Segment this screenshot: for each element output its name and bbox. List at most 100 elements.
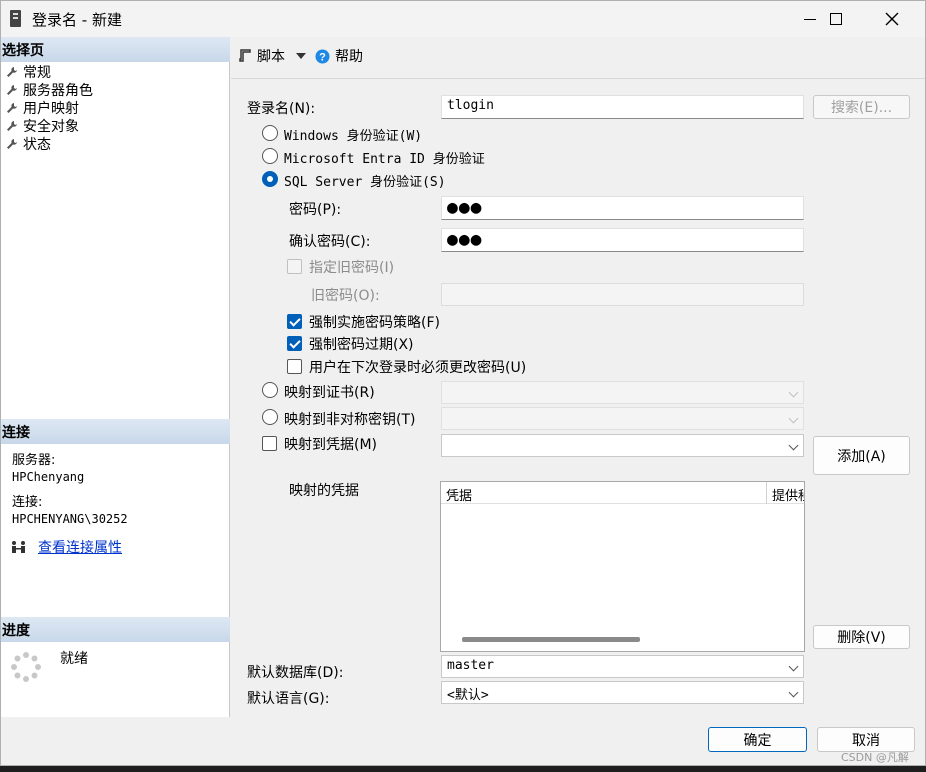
default-database-select[interactable]: master [441, 655, 804, 678]
grid-column-provider[interactable]: 提供程 [772, 485, 804, 504]
window-title: 登录名 - 新建 [32, 11, 122, 29]
wrench-icon [7, 85, 17, 95]
remove-credential-button[interactable]: 删除(V) [813, 625, 910, 649]
mapped-credentials-label: 映射的凭据 [289, 483, 359, 499]
map-credential-checkbox[interactable] [262, 436, 277, 451]
confirm-password-label: 确认密码(C): [289, 234, 371, 250]
close-button[interactable] [869, 1, 915, 37]
credential-select[interactable] [441, 434, 804, 457]
default-language-select[interactable]: <默认> [441, 681, 804, 704]
script-label: 脚本 [257, 49, 285, 65]
page-item-label: 用户映射 [23, 101, 79, 117]
page-item-user-mapping[interactable]: 用户映射 [6, 99, 79, 117]
page-item-server-roles[interactable]: 服务器角色 [6, 81, 93, 99]
right-pane: 脚本 ? 帮助 登录名(N): tlogin 搜索(E)... Windows … [231, 37, 925, 765]
taskbar-strip [20, 766, 926, 772]
map-credential-label: 映射到凭据(M) [284, 437, 378, 453]
default-database-value: master [447, 658, 494, 673]
wrench-icon [7, 67, 17, 77]
default-language-label: 默认语言(G): [247, 691, 330, 707]
wrench-icon [7, 139, 17, 149]
must-change-checkbox[interactable] [287, 359, 302, 374]
maximize-button[interactable] [813, 1, 859, 37]
horizontal-scrollbar[interactable] [462, 637, 640, 642]
page-item-label: 安全对象 [23, 119, 79, 135]
server-label: 服务器: [12, 453, 56, 468]
auth-entra-label: Microsoft Entra ID 身份验证 [284, 152, 485, 167]
chevron-down-icon [788, 440, 799, 451]
view-connection-properties[interactable]: 查看连接属性 [10, 537, 122, 557]
auth-windows-label: Windows 身份验证(W) [284, 129, 423, 144]
script-icon [239, 49, 251, 62]
login-name-label: 登录名(N): [247, 101, 316, 117]
chevron-down-icon [788, 661, 799, 672]
help-label: 帮助 [335, 49, 363, 65]
specify-old-password-checkbox[interactable] [287, 259, 302, 274]
progress-header: 进度 [1, 617, 230, 642]
auth-windows-radio[interactable] [262, 125, 278, 141]
login-new-dialog: 登录名 - 新建 选择页 常规 服务器角色 用户映射 安全对象 状态 连接 服务… [0, 0, 926, 766]
auth-sql-label: SQL Server 身份验证(S) [284, 175, 446, 190]
confirm-password-input[interactable]: ●●● [441, 228, 804, 252]
chevron-down-icon [788, 687, 799, 698]
grid-column-divider [766, 482, 767, 504]
view-connection-properties-link[interactable]: 查看连接属性 [38, 537, 122, 557]
wrench-icon [7, 121, 17, 131]
mapped-credentials-grid[interactable]: 凭据 提供程 [440, 481, 805, 652]
help-icon: ? [315, 49, 330, 63]
script-button[interactable]: 脚本 [238, 46, 306, 66]
password-input[interactable]: ●●● [441, 196, 804, 220]
select-page-header: 选择页 [1, 37, 230, 62]
page-item-general[interactable]: 常规 [6, 63, 51, 81]
close-icon [885, 12, 899, 26]
map-certificate-label: 映射到证书(R) [284, 385, 375, 401]
default-language-value: <默认> [447, 688, 489, 703]
enforce-policy-label: 强制实施密码策略(F) [309, 315, 440, 331]
must-change-label: 用户在下次登录时必须更改密码(U) [309, 360, 527, 376]
server-value: HPChenyang [12, 470, 85, 484]
left-pane: 选择页 常规 服务器角色 用户映射 安全对象 状态 连接 服务器: HPChen… [1, 37, 230, 717]
toolbar: 脚本 ? 帮助 [231, 37, 925, 79]
progress-spinner-icon [11, 652, 41, 682]
chevron-down-icon [788, 413, 799, 424]
grid-column-credential[interactable]: 凭据 [446, 485, 472, 504]
svg-text:?: ? [319, 51, 326, 63]
title-bar: 登录名 - 新建 [1, 1, 925, 37]
page-item-label: 服务器角色 [23, 83, 93, 99]
server-app-icon [10, 10, 21, 27]
map-asymmetric-key-label: 映射到非对称密钥(T) [284, 412, 416, 428]
page-item-label: 常规 [23, 65, 51, 81]
chevron-down-icon [788, 387, 799, 398]
enforce-policy-checkbox[interactable] [287, 314, 302, 329]
maximize-icon [830, 13, 842, 25]
add-credential-button[interactable]: 添加(A) [813, 436, 910, 475]
search-button[interactable]: 搜索(E)... [813, 95, 910, 119]
login-name-input[interactable]: tlogin [441, 95, 804, 119]
page-item-label: 状态 [23, 137, 51, 153]
connection-value: HPCHENYANG\30252 [12, 512, 128, 526]
wrench-icon [7, 103, 17, 113]
asymmetric-key-select[interactable] [441, 407, 804, 430]
chevron-down-icon [296, 53, 306, 59]
page-item-securables[interactable]: 安全对象 [6, 117, 79, 135]
connection-header: 连接 [1, 419, 230, 444]
specify-old-password-label: 指定旧密码(I) [309, 260, 395, 276]
enforce-expiration-checkbox[interactable] [287, 336, 302, 351]
auth-sql-radio[interactable] [262, 171, 278, 187]
certificate-select[interactable] [441, 381, 804, 404]
help-button[interactable]: ? 帮助 [315, 46, 363, 66]
progress-status: 就绪 [60, 651, 88, 667]
watermark: CSDN @凡解 [841, 751, 909, 764]
map-asymmetric-key-radio[interactable] [262, 409, 278, 425]
grid-header-row: 凭据 提供程 [441, 482, 804, 504]
ok-button[interactable]: 确定 [708, 727, 807, 752]
page-item-status[interactable]: 状态 [6, 135, 51, 153]
old-password-input[interactable] [441, 283, 804, 306]
map-certificate-radio[interactable] [262, 382, 278, 398]
old-password-label: 旧密码(O): [311, 288, 380, 304]
default-database-label: 默认数据库(D): [247, 665, 344, 681]
auth-entra-radio[interactable] [262, 148, 278, 164]
connection-label: 连接: [12, 495, 43, 510]
enforce-expiration-label: 强制密码过期(X) [309, 337, 414, 353]
connection-properties-icon [12, 541, 25, 553]
